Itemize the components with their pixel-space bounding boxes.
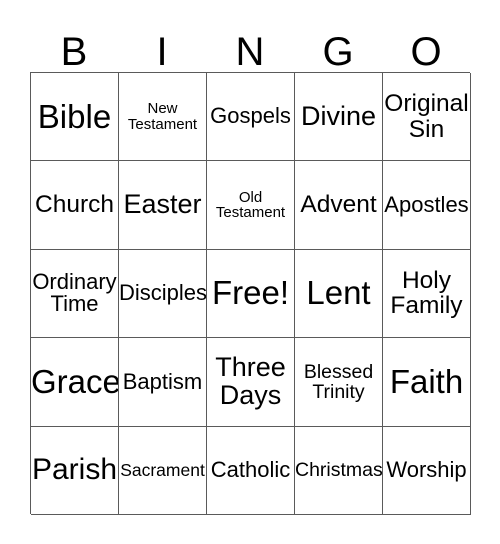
bingo-cell-b5[interactable]: Parish [31, 426, 119, 515]
bingo-cell-g1-label: Divine [300, 100, 377, 131]
bingo-cell-i2[interactable]: Easter [119, 161, 207, 250]
bingo-cell-o1-label: Original Sin [384, 90, 469, 143]
bingo-cell-b1-label: Bible [37, 97, 112, 135]
bingo-cell-o5[interactable]: Worship [383, 426, 471, 515]
bingo-cell-g5[interactable]: Christmas [295, 426, 383, 515]
bingo-cell-o3-label: Holy Family [390, 267, 463, 320]
bingo-cell-o4-label: Faith [389, 362, 464, 400]
header-letter-b: B [30, 22, 118, 72]
bingo-cell-n1-label: Gospels [210, 103, 291, 129]
bingo-cell-n4[interactable]: Three Days [207, 338, 295, 427]
bingo-cell-i4[interactable]: Baptism [119, 338, 207, 427]
bingo-cell-g3-label: Lent [306, 274, 371, 312]
bingo-cell-g4-label: Blessed Trinity [303, 360, 374, 403]
bingo-cell-i5[interactable]: Sacrament [119, 426, 207, 515]
bingo-cell-i2-label: Easter [123, 189, 202, 220]
bingo-cell-b1[interactable]: Bible [31, 73, 119, 162]
header-letter-i-text: I [156, 30, 168, 74]
bingo-cell-o5-label: Worship [386, 456, 467, 482]
bingo-cell-i5-label: Sacrament [120, 460, 205, 481]
bingo-cell-i3-label: Disciples [119, 280, 207, 306]
bingo-cell-n5-label: Catholic [210, 456, 291, 482]
bingo-cell-g2[interactable]: Advent [295, 161, 383, 250]
bingo-cell-i3[interactable]: Disciples [119, 249, 207, 339]
bingo-cell-g4[interactable]: Blessed Trinity [295, 338, 383, 427]
bingo-cell-g1[interactable]: Divine [295, 73, 383, 162]
bingo-cell-o1[interactable]: Original Sin [383, 73, 471, 162]
header-letter-i: I [118, 22, 206, 72]
header-letter-o: O [382, 22, 470, 72]
header-letter-g: G [294, 22, 382, 72]
bingo-cell-i1[interactable]: New Testament [119, 73, 207, 162]
bingo-cell-free-space[interactable]: Free! [207, 249, 295, 339]
bingo-cell-o2-label: Apostles [384, 191, 469, 217]
bingo-cell-n2-label: Old Testament [215, 188, 286, 222]
header-letter-n-text: N [235, 30, 265, 74]
bingo-cell-b2-label: Church [35, 191, 114, 219]
bingo-cell-b4[interactable]: Grace [31, 338, 119, 427]
bingo-cell-n5[interactable]: Catholic [207, 426, 295, 515]
bingo-cell-b3-label: Ordinary Time [32, 268, 117, 317]
header-letter-o-text: O [410, 30, 442, 74]
bingo-header-row: B I N G O [30, 22, 470, 72]
header-letter-g-text: G [322, 30, 354, 74]
bingo-cell-free-space-label: Free! [211, 274, 290, 312]
bingo-cell-i4-label: Baptism [122, 368, 203, 394]
bingo-cell-i1-label: New Testament [127, 100, 198, 133]
bingo-cell-g2-label: Advent [300, 191, 377, 219]
bingo-cell-g3[interactable]: Lent [295, 249, 383, 339]
bingo-cell-b5-label: Parish [31, 452, 118, 486]
bingo-cell-o4[interactable]: Faith [383, 338, 471, 427]
header-letter-b-text: B [60, 30, 88, 74]
bingo-card: B I N G O Bible New Testament Gospels Di… [0, 0, 500, 544]
bingo-cell-n2[interactable]: Old Testament [207, 161, 295, 250]
bingo-cell-n4-label: Three Days [215, 352, 286, 410]
bingo-cell-o3[interactable]: Holy Family [383, 249, 471, 339]
bingo-cell-b4-label: Grace [31, 362, 119, 400]
bingo-cell-o2[interactable]: Apostles [383, 161, 471, 250]
bingo-cell-g5-label: Christmas [295, 459, 383, 482]
header-letter-n: N [206, 22, 294, 72]
bingo-cell-b3[interactable]: Ordinary Time [31, 249, 119, 339]
bingo-grid: Bible New Testament Gospels Divine Origi… [30, 72, 471, 515]
bingo-cell-n1[interactable]: Gospels [207, 73, 295, 162]
bingo-cell-b2[interactable]: Church [31, 161, 119, 250]
